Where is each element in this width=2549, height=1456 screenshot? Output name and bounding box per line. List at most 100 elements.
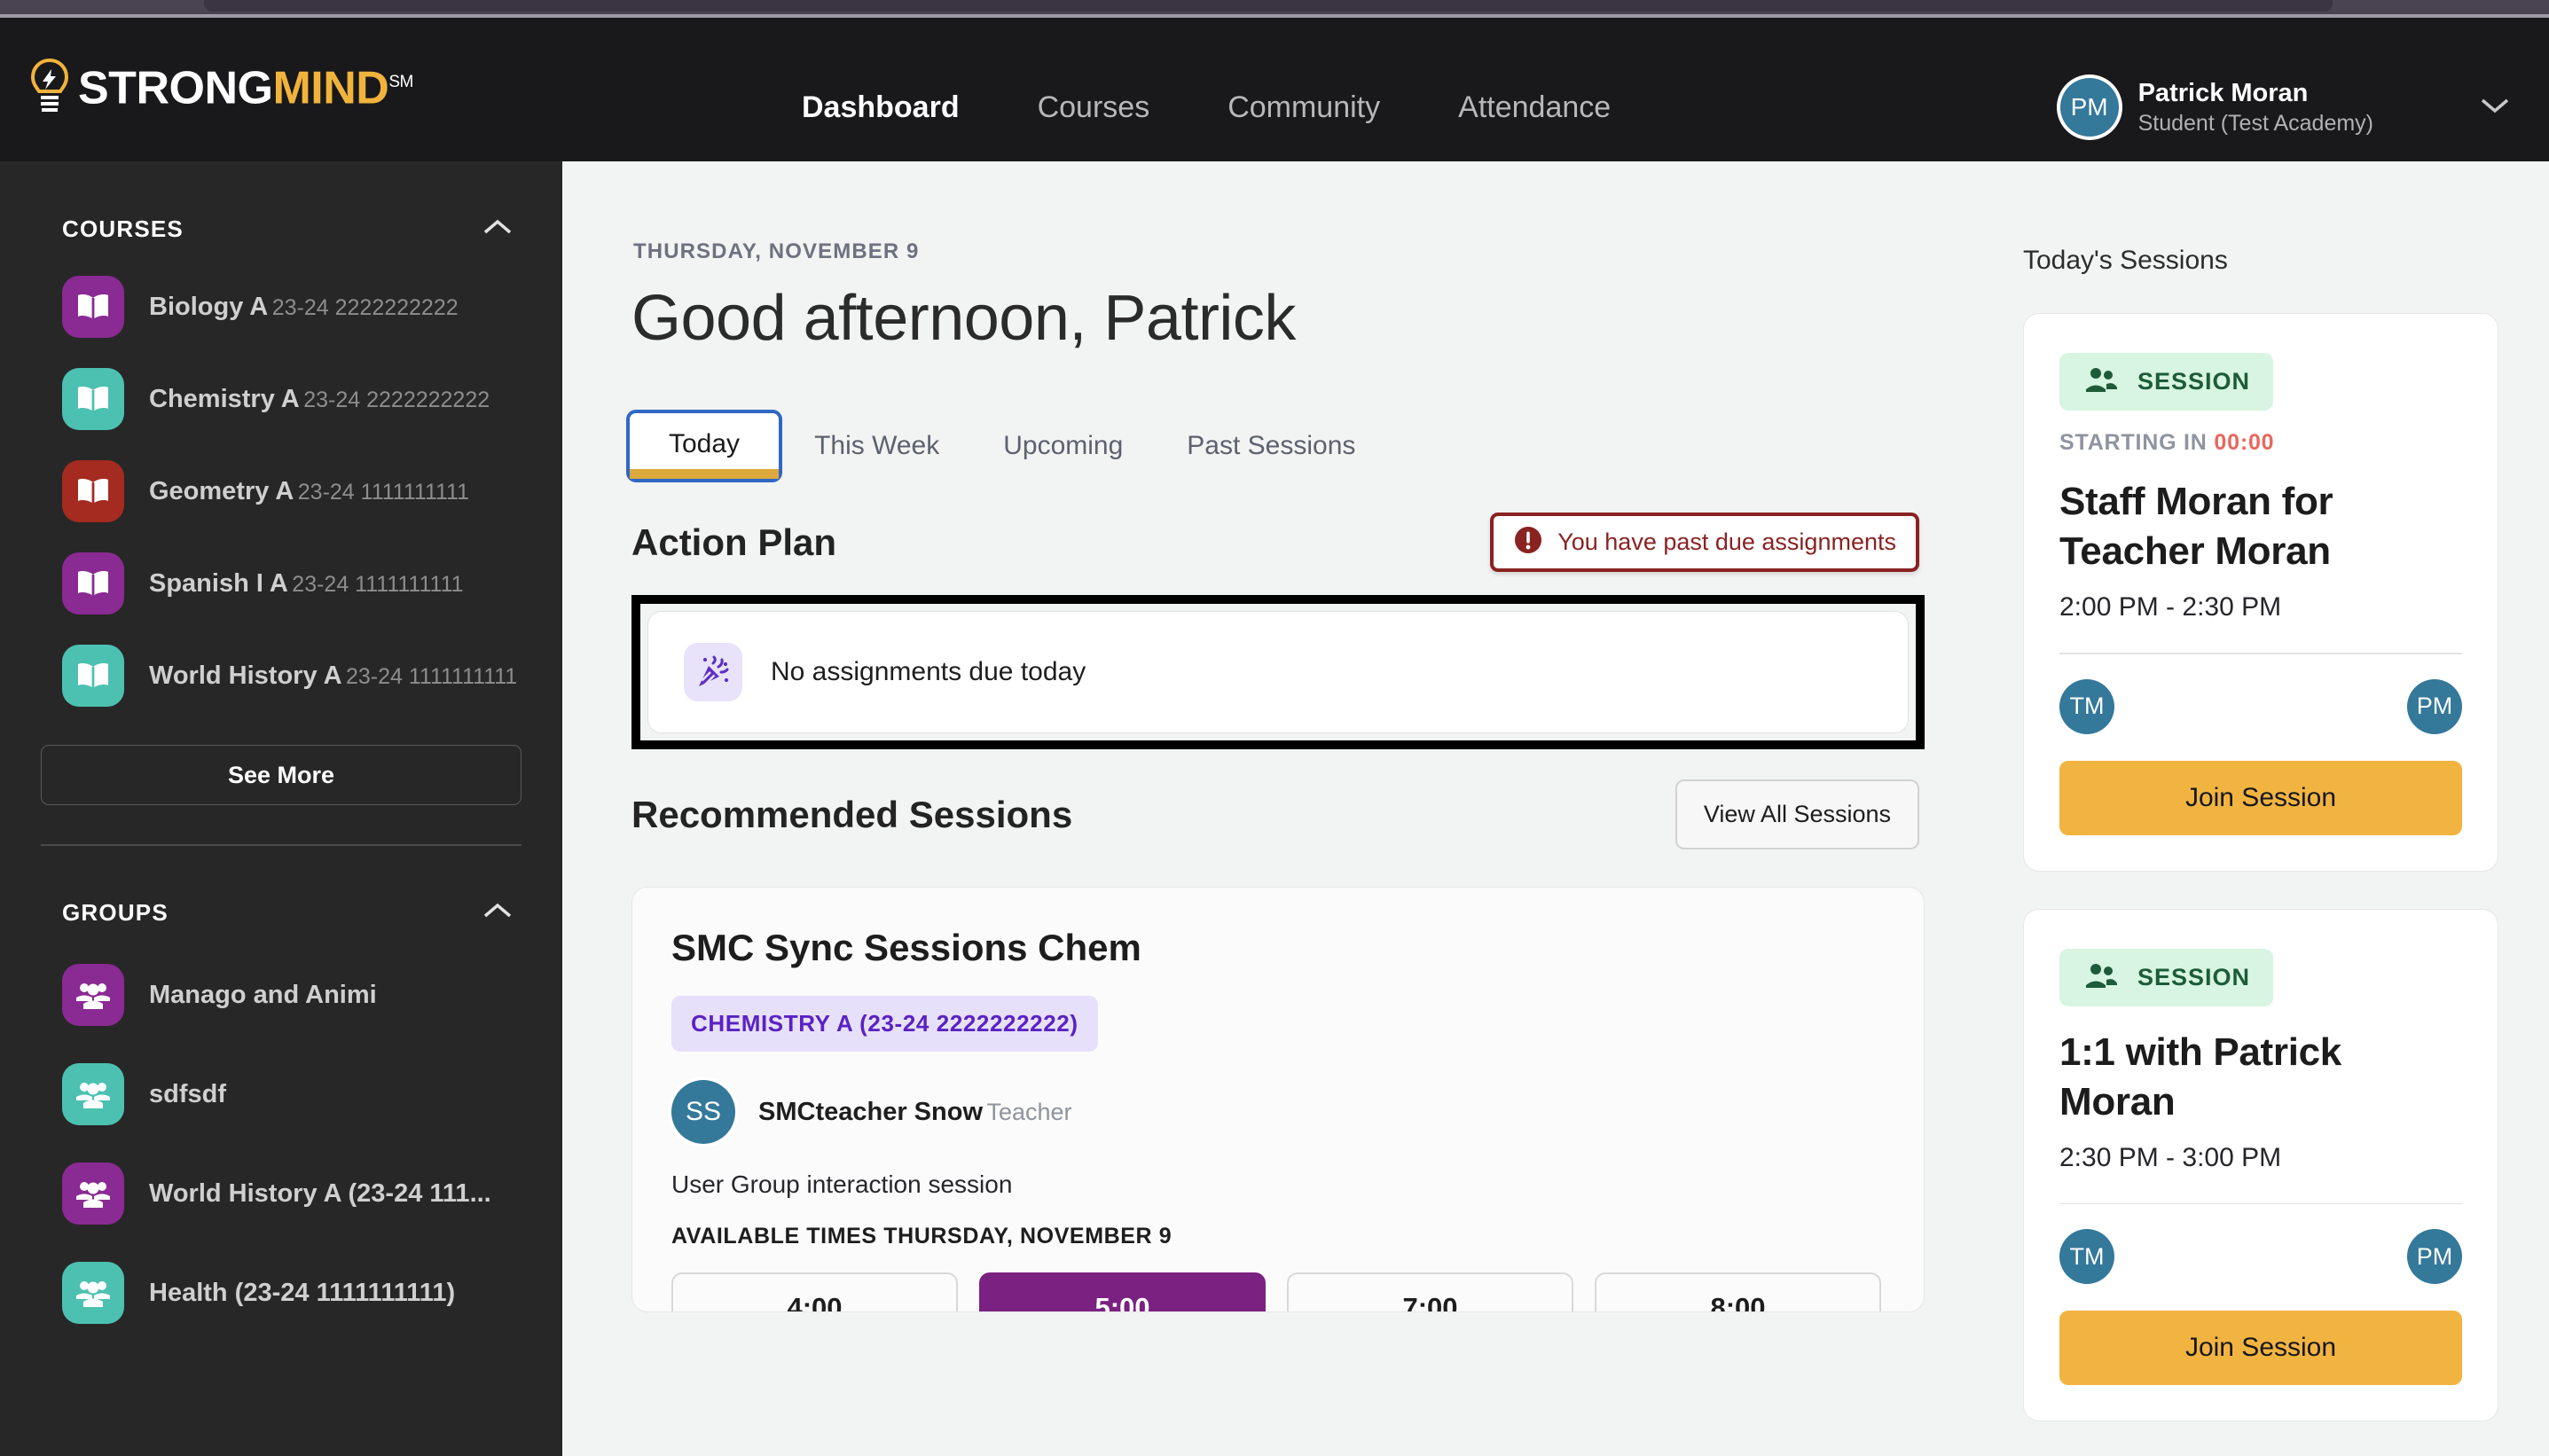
teacher-role: Teacher	[986, 1099, 1072, 1125]
chevron-down-icon[interactable]	[2480, 97, 2510, 119]
session-title: Staff Moran for Teacher Moran	[2059, 480, 2333, 573]
join-session-label: Join Session	[2184, 782, 2337, 812]
sidebar-item-text: sdfsdf	[149, 1078, 226, 1110]
sidebar-item-sdfsdf[interactable]: sdfsdf	[0, 1045, 562, 1144]
time-slot[interactable]: 8:00 PM	[1595, 1272, 1881, 1312]
session-card-title: SMC Sync Sessions Chem	[671, 927, 1141, 968]
book-icon	[62, 552, 124, 614]
tab-upcoming[interactable]: Upcoming	[971, 410, 1155, 482]
see-more-button[interactable]: See More	[41, 745, 522, 805]
sidebar-item-world-history-a[interactable]: World History A 23-24 1111111111	[0, 630, 562, 722]
sidebar-item-biology-a[interactable]: Biology A 23-24 2222222222	[0, 261, 562, 353]
time-slot-hour: 5:00	[1094, 1292, 1150, 1312]
sidebar-item-text: Geometry A 23-24 1111111111	[149, 475, 469, 507]
session-time: 2:00 PM - 2:30 PM	[2059, 592, 2282, 622]
sidebar-item-section: 23-24 1111111111	[297, 480, 469, 505]
avatar: TM	[2059, 1229, 2114, 1284]
avatar: SS	[671, 1080, 735, 1144]
people-icon	[62, 1261, 124, 1324]
chevron-up-icon[interactable]	[482, 902, 513, 924]
sidebar-item-text: Spanish I A 23-24 1111111111	[149, 568, 464, 599]
nav-label: Courses	[1037, 90, 1150, 124]
time-slot-hour: 4:00	[787, 1292, 843, 1312]
logo-mind-text: MIND	[272, 62, 389, 114]
session-card-one-on-one[interactable]: SESSION 1:1 with Patrick Moran 2:30 PM -…	[2023, 908, 2498, 1421]
logo-trademark: SM	[388, 73, 413, 91]
time-slot-selected[interactable]: 5:00 PM	[979, 1272, 1266, 1312]
avatar: PM	[2407, 678, 2462, 734]
time-slot-list: 4:00 PM 5:00 PM 7:00 PM 8:00 PM	[671, 1272, 1885, 1312]
book-icon	[62, 645, 124, 707]
people-icon	[62, 963, 124, 1026]
session-card-staff-moran[interactable]: SESSION STARTING IN 00:00 Staff Moran fo…	[2023, 313, 2498, 872]
left-sidebar: COURSES Biology A 23-24 2222222222 Chemi…	[0, 161, 562, 1456]
time-slot[interactable]: 4:00 PM	[671, 1272, 958, 1312]
join-session-label: Join Session	[2184, 1333, 2337, 1362]
sidebar-item-chemistry-a[interactable]: Chemistry A 23-24 2222222222	[0, 353, 562, 445]
todays-sessions-title: Today's Sessions	[2023, 246, 2228, 275]
tab-today[interactable]: Today	[626, 410, 783, 482]
right-rail: Today's Sessions SESSION STARTING IN 00:…	[1994, 161, 2549, 1456]
recommended-session-card[interactable]: SMC Sync Sessions Chem CHEMISTRY A (23-2…	[631, 887, 1925, 1312]
view-all-sessions-button[interactable]: View All Sessions	[1674, 779, 1919, 849]
people-icon	[2082, 962, 2118, 993]
action-plan-empty-card[interactable]: No assignments due today	[647, 611, 1909, 733]
status-badge: SESSION	[2059, 353, 2274, 411]
course-chip[interactable]: CHEMISTRY A (23-24 2222222222)	[671, 996, 1098, 1052]
sidebar-divider	[41, 844, 522, 846]
available-times-label: AVAILABLE TIMES THURSDAY, NOVEMBER 9	[671, 1224, 1173, 1249]
nav-item-attendance[interactable]: Attendance	[1419, 35, 1650, 179]
nav-item-courses[interactable]: Courses	[999, 35, 1189, 179]
sidebar-item-label: Chemistry A	[149, 385, 300, 413]
user-text: Patrick Moran Student (Test Academy)	[2138, 77, 2373, 137]
book-icon	[62, 276, 124, 338]
book-icon	[62, 460, 124, 522]
sidebar-item-text: Chemistry A 23-24 2222222222	[149, 383, 490, 415]
sidebar-item-spanish-i-a[interactable]: Spanish I A 23-24 1111111111	[0, 537, 562, 630]
session-description: User Group interaction session	[671, 1170, 1013, 1198]
sidebar-section-label: GROUPS	[62, 899, 169, 926]
dashboard-tabs: Today This Week Upcoming Past Sessions	[626, 410, 1994, 482]
tab-past-sessions[interactable]: Past Sessions	[1155, 410, 1387, 482]
chevron-up-icon[interactable]	[482, 218, 513, 240]
join-session-button[interactable]: Join Session	[2059, 760, 2462, 835]
action-plan-focus-frame: No assignments due today	[631, 595, 1925, 749]
sidebar-item-label: World History A	[149, 661, 342, 690]
avatar: PM	[2059, 78, 2119, 137]
people-icon	[62, 1162, 124, 1225]
sidebar-item-manago-and-animi[interactable]: Manago and Animi	[0, 945, 562, 1045]
avatar: TM	[2059, 678, 2114, 734]
sidebar-item-world-history-a-group[interactable]: World History A (23-24 111...	[0, 1144, 562, 1243]
logo-strong-text: STRONG	[78, 62, 273, 114]
time-slot-hour: 8:00	[1710, 1292, 1766, 1312]
sidebar-item-label: Spanish I A	[149, 569, 288, 598]
sidebar-item-text: World History A 23-24 1111111111	[149, 660, 517, 692]
tab-this-week[interactable]: This Week	[782, 410, 971, 482]
strongmind-logo[interactable]: STRONGMINDSM	[30, 58, 413, 121]
user-profile-menu[interactable]: PM Patrick Moran Student (Test Academy)	[2059, 35, 2522, 179]
join-session-button[interactable]: Join Session	[2059, 1311, 2462, 1385]
past-due-badge[interactable]: You have past due assignments	[1490, 513, 1919, 572]
sidebar-item-geometry-a[interactable]: Geometry A 23-24 1111111111	[0, 445, 562, 537]
countdown-value: 00:00	[2214, 430, 2275, 455]
user-name: Patrick Moran	[2137, 79, 2309, 107]
session-time: 2:30 PM - 3:00 PM	[2059, 1142, 2282, 1172]
session-title: 1:1 with Patrick Moran	[2059, 1029, 2341, 1123]
nav-item-community[interactable]: Community	[1188, 35, 1419, 179]
user-role: Student (Test Academy)	[2137, 111, 2373, 136]
sidebar-item-label: Biology A	[149, 293, 269, 321]
sidebar-item-section: 23-24 1111111111	[292, 572, 464, 597]
tab-label: Past Sessions	[1187, 431, 1356, 460]
tab-label: This Week	[814, 431, 940, 460]
sidebar-section-courses-header[interactable]: COURSES	[0, 197, 562, 261]
sidebar-item-section: 23-24 1111111111	[345, 664, 518, 689]
time-slot[interactable]: 7:00 PM	[1287, 1272, 1573, 1311]
nav-item-dashboard[interactable]: Dashboard	[763, 35, 999, 179]
sidebar-section-label: COURSES	[62, 215, 184, 242]
exclamation-circle-icon	[1513, 525, 1543, 560]
sidebar-item-health-group[interactable]: Health (23-24 1111111111)	[0, 1243, 562, 1342]
nav-label: Community	[1227, 90, 1381, 124]
teacher-info: SMCteacher Snow Teacher	[758, 1095, 1072, 1129]
tab-label: Upcoming	[1003, 431, 1124, 460]
sidebar-section-groups-header[interactable]: GROUPS	[0, 881, 562, 945]
